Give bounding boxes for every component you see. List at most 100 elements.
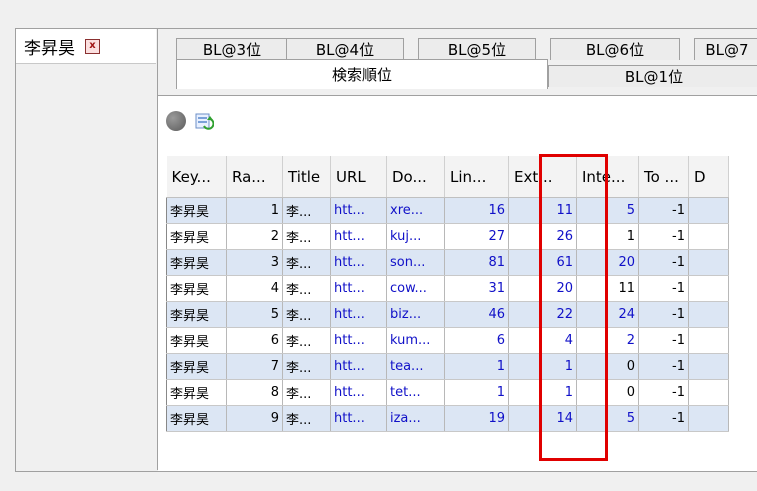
cell-title: 李... bbox=[282, 405, 331, 432]
cell-domain: kum... bbox=[386, 327, 445, 354]
cell-rank: 8 bbox=[226, 379, 283, 406]
cell-url: htt... bbox=[330, 353, 387, 380]
table-row[interactable]: 李昇昊 6 李... htt... kum... 6 4 2 -1 bbox=[166, 327, 729, 354]
col-url[interactable]: URL bbox=[330, 156, 387, 198]
cell-d bbox=[688, 197, 729, 224]
tab-bl-5[interactable]: BL@5位 bbox=[418, 38, 536, 60]
tab-area: BL@3位 BL@4位 BL@5位 BL@6位 BL@7 検索順位 BL@1位 bbox=[158, 29, 757, 471]
cell-rank: 3 bbox=[226, 249, 283, 276]
cell-url: htt... bbox=[330, 249, 387, 276]
cell-links: 1 bbox=[444, 379, 509, 406]
col-keyword[interactable]: Key... bbox=[166, 156, 227, 198]
close-icon[interactable]: x bbox=[85, 38, 100, 54]
cell-rank: 6 bbox=[226, 327, 283, 354]
main-frame: 李昇昊 x BL@3位 BL@4位 BL@5位 BL@6位 BL@7 検索順位 … bbox=[15, 28, 757, 472]
cell-to: -1 bbox=[638, 301, 689, 328]
cell-rank: 5 bbox=[226, 301, 283, 328]
cell-url: htt... bbox=[330, 197, 387, 224]
person-tab[interactable]: 李昇昊 x bbox=[16, 29, 156, 64]
col-to[interactable]: To ... bbox=[638, 156, 689, 198]
tab-bl-4[interactable]: BL@4位 bbox=[286, 38, 404, 60]
cell-keyword: 李昇昊 bbox=[166, 327, 227, 354]
table-row[interactable]: 李昇昊 8 李... htt... tet... 1 1 0 -1 bbox=[166, 379, 729, 406]
table-row[interactable]: 李昇昊 3 李... htt... son... 81 61 20 -1 bbox=[166, 249, 729, 276]
cell-domain: xre... bbox=[386, 197, 445, 224]
cell-d bbox=[688, 275, 729, 302]
cell-title: 李... bbox=[282, 353, 331, 380]
cell-links: 16 bbox=[444, 197, 509, 224]
cell-to: -1 bbox=[638, 353, 689, 380]
cell-links: 31 bbox=[444, 275, 509, 302]
results-grid[interactable]: Key... Ra... Title URL Do... Lin... Ext.… bbox=[166, 156, 757, 462]
cell-url: htt... bbox=[330, 327, 387, 354]
cell-keyword: 李昇昊 bbox=[166, 275, 227, 302]
cell-links: 27 bbox=[444, 223, 509, 250]
col-title[interactable]: Title bbox=[282, 156, 331, 198]
table-row[interactable]: 李昇昊 5 李... htt... biz... 46 22 24 -1 bbox=[166, 301, 729, 328]
cell-links: 6 bbox=[444, 327, 509, 354]
cell-domain: kuj... bbox=[386, 223, 445, 250]
cell-links: 19 bbox=[444, 405, 509, 432]
table-header-row: Key... Ra... Title URL Do... Lin... Ext.… bbox=[166, 156, 729, 198]
cell-rank: 4 bbox=[226, 275, 283, 302]
cell-title: 李... bbox=[282, 327, 331, 354]
cell-rank: 9 bbox=[226, 405, 283, 432]
cell-to: -1 bbox=[638, 275, 689, 302]
cell-url: htt... bbox=[330, 405, 387, 432]
cell-to: -1 bbox=[638, 379, 689, 406]
cell-domain: cow... bbox=[386, 275, 445, 302]
col-links[interactable]: Lin... bbox=[444, 156, 509, 198]
tab-bl-1[interactable]: BL@1位 bbox=[548, 65, 757, 87]
person-name: 李昇昊 bbox=[24, 38, 75, 59]
cell-title: 李... bbox=[282, 249, 331, 276]
cell-links: 46 bbox=[444, 301, 509, 328]
toolbar bbox=[166, 106, 215, 136]
cell-url: htt... bbox=[330, 301, 387, 328]
table-row[interactable]: 李昇昊 1 李... htt... xre... 16 11 5 -1 bbox=[166, 197, 729, 224]
cell-to: -1 bbox=[638, 405, 689, 432]
cell-title: 李... bbox=[282, 275, 331, 302]
table-row[interactable]: 李昇昊 4 李... htt... cow... 31 20 11 -1 bbox=[166, 275, 729, 302]
col-domain[interactable]: Do... bbox=[386, 156, 445, 198]
tab-row-bottom: 検索順位 BL@1位 bbox=[158, 59, 757, 99]
tab-bl-3[interactable]: BL@3位 bbox=[176, 38, 288, 60]
cell-links: 1 bbox=[444, 353, 509, 380]
cell-title: 李... bbox=[282, 379, 331, 406]
cell-domain: tea... bbox=[386, 353, 445, 380]
cell-domain: iza... bbox=[386, 405, 445, 432]
cell-keyword: 李昇昊 bbox=[166, 301, 227, 328]
tab-bl-7[interactable]: BL@7 bbox=[694, 38, 757, 60]
gray-circle-icon[interactable] bbox=[166, 111, 186, 131]
person-list-panel: 李昇昊 x bbox=[16, 29, 158, 470]
cell-keyword: 李昇昊 bbox=[166, 405, 227, 432]
cell-d bbox=[688, 327, 729, 354]
cell-d bbox=[688, 223, 729, 250]
cell-title: 李... bbox=[282, 197, 331, 224]
cell-to: -1 bbox=[638, 249, 689, 276]
cell-d bbox=[688, 353, 729, 380]
cell-rank: 2 bbox=[226, 223, 283, 250]
cell-d bbox=[688, 379, 729, 406]
tab-row-top: BL@3位 BL@4位 BL@5位 BL@6位 BL@7 bbox=[158, 38, 757, 60]
results-table: Key... Ra... Title URL Do... Lin... Ext.… bbox=[166, 156, 729, 432]
tab-search-rank[interactable]: 検索順位 bbox=[176, 59, 548, 89]
cell-url: htt... bbox=[330, 275, 387, 302]
cell-to: -1 bbox=[638, 197, 689, 224]
cell-keyword: 李昇昊 bbox=[166, 353, 227, 380]
col-d[interactable]: D bbox=[688, 156, 729, 198]
cell-keyword: 李昇昊 bbox=[166, 379, 227, 406]
cell-domain: biz... bbox=[386, 301, 445, 328]
table-row[interactable]: 李昇昊 2 李... htt... kuj... 27 26 1 -1 bbox=[166, 223, 729, 250]
cell-to: -1 bbox=[638, 327, 689, 354]
table-row[interactable]: 李昇昊 9 李... htt... iza... 19 14 5 -1 bbox=[166, 405, 729, 432]
cell-url: htt... bbox=[330, 379, 387, 406]
cell-d bbox=[688, 249, 729, 276]
tab-bl-6[interactable]: BL@6位 bbox=[550, 38, 680, 60]
col-rank[interactable]: Ra... bbox=[226, 156, 283, 198]
cell-domain: son... bbox=[386, 249, 445, 276]
table-row[interactable]: 李昇昊 7 李... htt... tea... 1 1 0 -1 bbox=[166, 353, 729, 380]
cell-keyword: 李昇昊 bbox=[166, 249, 227, 276]
refresh-icon[interactable] bbox=[194, 111, 215, 131]
cell-keyword: 李昇昊 bbox=[166, 223, 227, 250]
cell-d bbox=[688, 301, 729, 328]
